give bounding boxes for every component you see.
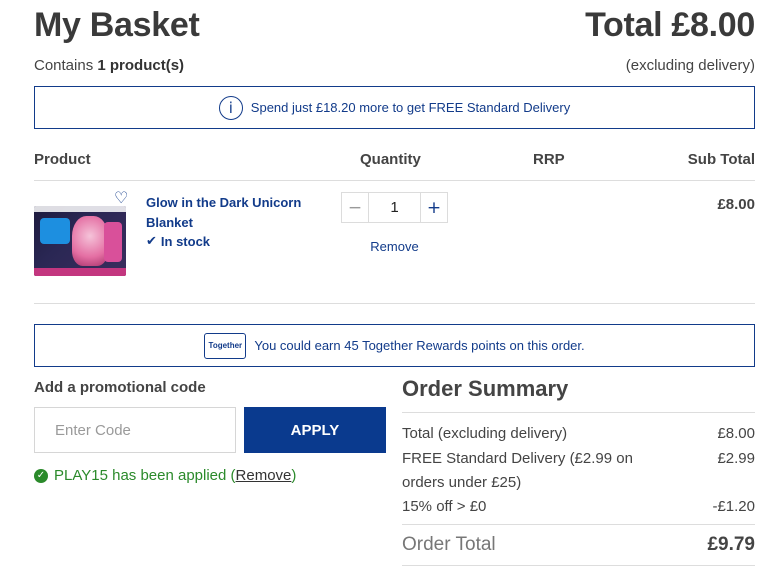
promo-applied-message: ✓ PLAY15 has been applied (Remove) <box>34 467 296 484</box>
promo-applied-label: PLAY15 has been applied ( <box>54 467 236 484</box>
quantity-stepper: − 1 + <box>341 192 448 223</box>
row-divider <box>34 303 755 304</box>
rewards-banner: Together You could earn 45 Together Rewa… <box>34 324 755 367</box>
product-count: Contains 1 product(s) <box>34 57 184 74</box>
column-header-quantity: Quantity <box>360 151 421 168</box>
rewards-text: You could earn 45 Together Rewards point… <box>254 338 585 353</box>
free-delivery-text: Spend just £18.20 more to get FREE Stand… <box>250 100 571 115</box>
check-icon: ✔ <box>146 234 157 249</box>
column-header-rrp: RRP <box>533 151 565 168</box>
together-logo: Together <box>204 332 247 359</box>
order-summary-title: Order Summary <box>402 376 569 401</box>
decrease-quantity-button[interactable]: − <box>342 193 368 222</box>
free-delivery-banner: i Spend just £18.20 more to get FREE Sta… <box>34 86 755 129</box>
promo-title: Add a promotional code <box>34 379 206 396</box>
increase-quantity-button[interactable]: + <box>421 193 447 222</box>
stock-status: ✔ In stock <box>146 234 210 249</box>
summary-line-value: £8.00 <box>717 425 755 442</box>
summary-bottom-divider <box>402 565 755 566</box>
basket-total: Total £8.00 <box>585 6 755 44</box>
page-title: My Basket <box>34 6 200 44</box>
excluding-delivery-note: (excluding delivery) <box>625 57 755 74</box>
product-image[interactable] <box>34 206 126 276</box>
contains-count: 1 product(s) <box>97 57 185 74</box>
summary-line-label: Total (excluding delivery) <box>402 425 568 442</box>
table-divider <box>34 180 755 181</box>
summary-line-value: -£1.20 <box>712 498 755 515</box>
item-subtotal: £8.00 <box>717 196 755 213</box>
promo-code-input[interactable] <box>34 407 236 453</box>
info-icon: i <box>218 95 243 120</box>
product-name-link[interactable]: Glow in the Dark Unicorn Blanket <box>146 193 316 233</box>
check-circle-icon: ✓ <box>34 468 48 483</box>
summary-line-label: FREE Standard Delivery (£2.99 on orders … <box>402 450 633 491</box>
summary-divider <box>402 524 755 525</box>
summary-line-label: 15% off > £0 <box>402 498 487 515</box>
remove-item-link[interactable]: Remove <box>341 239 448 254</box>
summary-line-value: £2.99 <box>717 450 755 467</box>
column-header-product: Product <box>34 151 91 168</box>
contains-prefix: Contains <box>34 57 94 74</box>
order-total-value: £9.79 <box>707 534 755 555</box>
stock-label: In stock <box>160 234 211 249</box>
remove-promo-link[interactable]: Remove <box>236 467 292 484</box>
promo-applied-text: PLAY15 has been applied (Remove) <box>54 467 296 484</box>
summary-divider <box>402 412 755 413</box>
order-total-label: Order Total <box>402 534 496 555</box>
heart-icon[interactable]: ♡ <box>114 190 130 206</box>
promo-applied-suffix: ) <box>291 467 297 484</box>
apply-promo-button[interactable]: APPLY <box>244 407 386 453</box>
quantity-value[interactable]: 1 <box>368 193 421 222</box>
column-header-subtotal: Sub Total <box>687 151 755 168</box>
